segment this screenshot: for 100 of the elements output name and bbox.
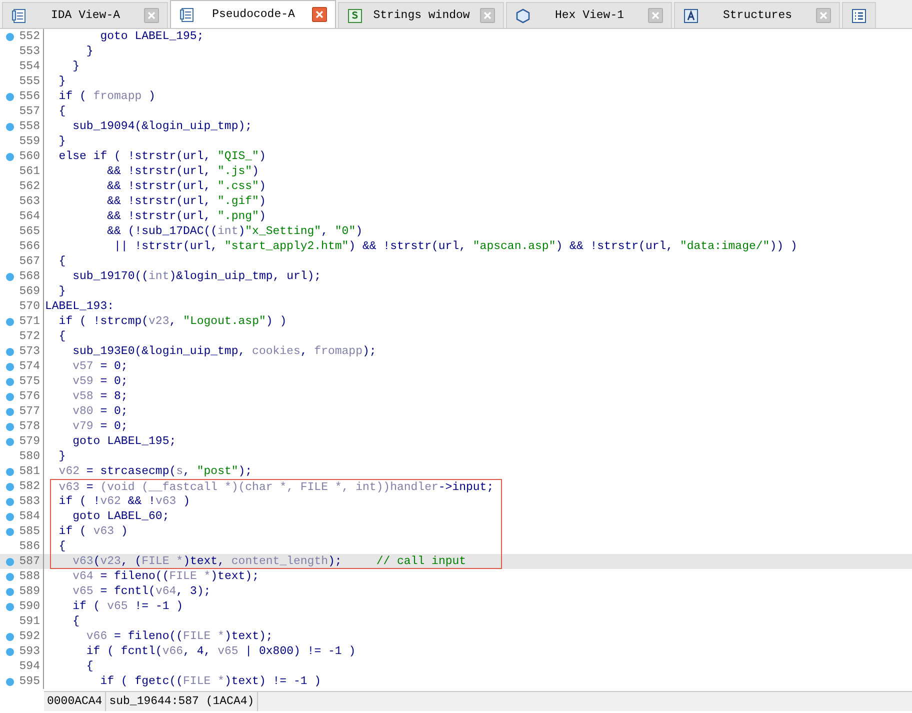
tab[interactable]: Pseudocode-A xyxy=(170,0,336,28)
line-number: 559 xyxy=(18,134,40,149)
strings-icon xyxy=(347,8,363,24)
code-line: { xyxy=(58,254,67,269)
letter-a-icon xyxy=(683,8,699,24)
breakpoint-dot[interactable] xyxy=(6,408,14,416)
breakpoint-dot[interactable] xyxy=(6,528,14,536)
close-icon[interactable] xyxy=(480,8,495,23)
breakpoint-dot[interactable] xyxy=(6,92,14,100)
breakpoint-dot[interactable] xyxy=(6,152,14,160)
breakpoint-dot[interactable] xyxy=(6,122,14,130)
breakpoint-dot[interactable] xyxy=(6,422,14,430)
tab[interactable] xyxy=(842,2,876,28)
tab[interactable]: Strings window xyxy=(338,2,504,28)
line-number: 573 xyxy=(18,344,40,359)
code-line: v57 = 0; xyxy=(72,359,129,374)
breakpoint-dot[interactable] xyxy=(6,588,14,596)
breakpoint-dot[interactable] xyxy=(6,318,14,326)
line-number: 567 xyxy=(18,254,40,269)
code-line: && !strstr(url, ".png") xyxy=(106,209,267,224)
line-number: 572 xyxy=(18,329,40,344)
code-line: v65 = fcntl(v64, 3); xyxy=(72,584,212,599)
line-number: 568 xyxy=(18,269,40,284)
line-number: 587 xyxy=(18,554,40,569)
breakpoint-dot[interactable] xyxy=(6,272,14,280)
tab-label: IDA View-A xyxy=(50,9,121,22)
line-number: 580 xyxy=(18,449,40,464)
line-number: 554 xyxy=(18,59,40,74)
code-line: v64 = fileno((FILE *)text); xyxy=(72,569,260,584)
close-icon[interactable] xyxy=(144,8,159,23)
code-line: v58 = 8; xyxy=(72,389,129,404)
line-number: 581 xyxy=(18,464,40,479)
status-location: sub_19644:587 (1ACA4) xyxy=(106,692,258,711)
line-number: 585 xyxy=(18,524,40,539)
code-line: } xyxy=(58,284,67,299)
breakpoint-dot[interactable] xyxy=(6,572,14,580)
line-number: 569 xyxy=(18,284,40,299)
breakpoint-dot[interactable] xyxy=(6,392,14,400)
breakpoint-dot[interactable] xyxy=(6,362,14,370)
line-number: 579 xyxy=(18,434,40,449)
line-number: 558 xyxy=(18,119,40,134)
code-line: sub_193E0(&login_uip_tmp, cookies, fromapp); xyxy=(72,344,378,359)
line-number: 561 xyxy=(18,164,40,179)
line-number: 595 xyxy=(18,674,40,689)
close-icon[interactable] xyxy=(312,7,327,22)
tab[interactable]: Hex View-1 xyxy=(506,2,672,28)
line-number: 578 xyxy=(18,419,40,434)
line-number: 553 xyxy=(18,44,40,59)
breakpoint-dot[interactable] xyxy=(6,678,14,686)
line-number: 556 xyxy=(18,89,40,104)
line-number: 566 xyxy=(18,239,40,254)
breakpoint-dot[interactable] xyxy=(6,558,14,566)
line-number: 555 xyxy=(18,74,40,89)
line-number: 570 xyxy=(18,299,40,314)
code-line: } xyxy=(85,44,94,59)
code-line: LABEL_193: xyxy=(44,299,116,314)
tab-label: Strings window xyxy=(372,9,471,22)
line-number: 593 xyxy=(18,644,40,659)
line-number: 582 xyxy=(18,479,40,494)
line-number: 574 xyxy=(18,359,40,374)
line-number: 577 xyxy=(18,404,40,419)
code-line: v79 = 0; xyxy=(72,419,129,434)
hexagon-icon xyxy=(515,8,531,24)
code-line: { xyxy=(58,104,67,119)
code-line: && (!sub_17DAC((int)"x_Setting", "0") xyxy=(106,224,364,239)
code-line: if ( !strcmp(v23, "Logout.asp") ) xyxy=(58,314,288,329)
list-icon xyxy=(851,8,867,24)
document-icon xyxy=(11,8,27,24)
line-number: 552 xyxy=(18,29,40,44)
breakpoint-dot[interactable] xyxy=(6,32,14,40)
code-line: sub_19170((int)&login_uip_tmp, url); xyxy=(72,269,322,284)
code-line: } xyxy=(58,449,67,464)
breakpoint-dot[interactable] xyxy=(6,348,14,356)
code-line: { xyxy=(72,614,81,629)
code-line: && !strstr(url, ".css") xyxy=(106,179,267,194)
code-line: if ( fromapp ) xyxy=(58,89,156,104)
breakpoint-dot[interactable] xyxy=(6,482,14,490)
breakpoint-dot[interactable] xyxy=(6,468,14,476)
code-line: v80 = 0; xyxy=(72,404,129,419)
line-number: 565 xyxy=(18,224,40,239)
close-icon[interactable] xyxy=(816,8,831,23)
code-line: } xyxy=(58,74,67,89)
line-number: 588 xyxy=(18,569,40,584)
line-number: 563 xyxy=(18,194,40,209)
breakpoint-dot[interactable] xyxy=(6,498,14,506)
breakpoint-dot[interactable] xyxy=(6,632,14,640)
tab[interactable]: IDA View-A xyxy=(2,2,168,28)
tab-label: Pseudocode-A xyxy=(211,8,296,21)
breakpoint-dot[interactable] xyxy=(6,512,14,520)
line-number: 562 xyxy=(18,179,40,194)
breakpoint-dot[interactable] xyxy=(6,602,14,610)
close-icon[interactable] xyxy=(648,8,663,23)
breakpoint-dot[interactable] xyxy=(6,378,14,386)
breakpoint-dot[interactable] xyxy=(6,438,14,446)
line-number: 583 xyxy=(18,494,40,509)
code-line: } xyxy=(58,134,67,149)
tab-label: Structures xyxy=(722,9,793,22)
code-line: if ( v63 ) xyxy=(50,524,502,539)
tab[interactable]: Structures xyxy=(674,2,840,28)
breakpoint-dot[interactable] xyxy=(6,648,14,656)
